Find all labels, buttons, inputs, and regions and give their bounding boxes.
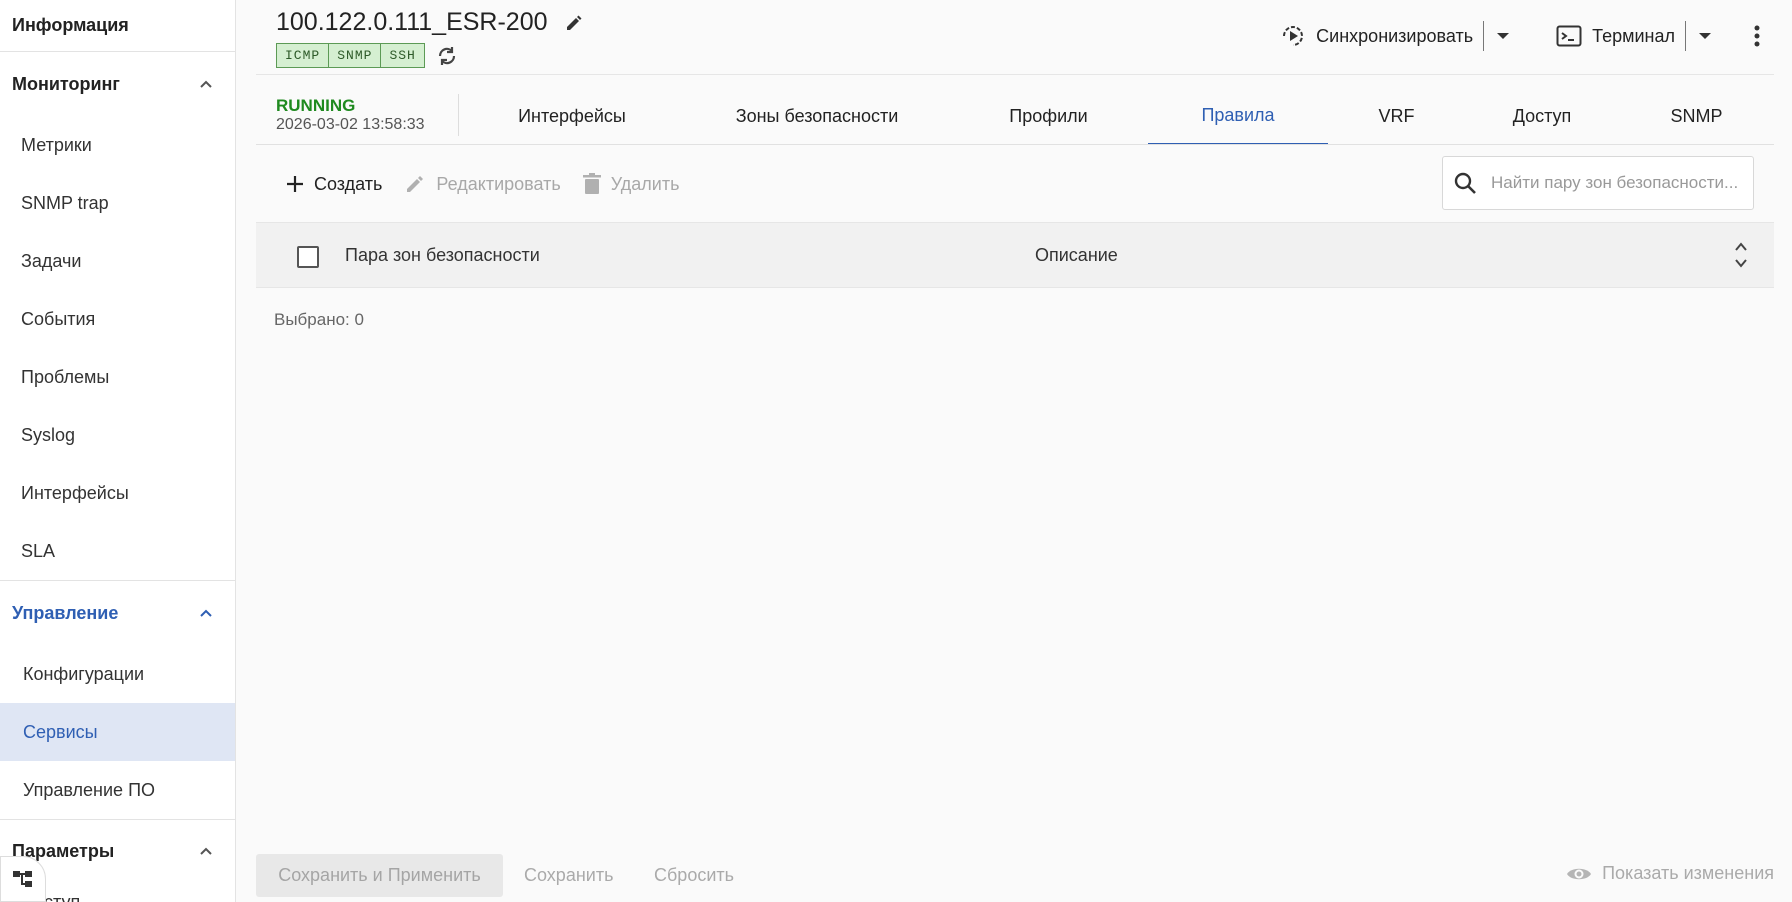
show-changes-label: Показать изменения (1602, 863, 1774, 883)
select-all-checkbox[interactable] (297, 246, 319, 268)
device-status: RUNNING 2026-03-02 13:58:33 (276, 96, 425, 134)
edit-pencil-icon[interactable] (564, 13, 584, 33)
edit-label: Редактировать (436, 173, 561, 194)
chevron-up-icon (200, 609, 212, 617)
status-timestamp: 2026-03-02 13:58:33 (276, 116, 425, 133)
sidebar-group-monitoring[interactable]: Мониторинг (0, 52, 235, 116)
sidebar-item-events[interactable]: События (0, 290, 235, 348)
badge-icmp: ICMP (276, 43, 330, 68)
sidebar-group-label: Управление (12, 602, 119, 623)
footer: Сохранить и Применить Сохранить Сбросить… (256, 854, 1774, 897)
tab-rules[interactable]: Правила (1148, 88, 1328, 145)
sync-label: Синхронизировать (1316, 25, 1474, 46)
tab-interfaces[interactable]: Интерфейсы (459, 88, 685, 145)
delete-label: Удалить (610, 173, 680, 194)
pencil-icon (407, 176, 424, 192)
chevron-up-icon (200, 847, 212, 855)
save-button[interactable]: Сохранить (524, 865, 613, 886)
sidebar-item-interfaces[interactable]: Интерфейсы (0, 464, 235, 522)
caret-down-icon (1497, 33, 1510, 39)
selected-count: Выбрано: 0 (274, 310, 364, 329)
search-icon (1454, 172, 1476, 194)
caret-down-icon (1699, 33, 1711, 39)
sidebar-group-management[interactable]: Управление (0, 581, 235, 645)
edit-button[interactable]: Редактировать (404, 173, 561, 195)
sort-icon[interactable] (1734, 240, 1748, 270)
main-content: 100.122.0.111_ESR-200 ICMP SNMP SSH Синх… (256, 0, 1774, 902)
search-input[interactable] (1491, 173, 1751, 193)
column-header-zone-pair[interactable]: Пара зон безопасности (345, 245, 540, 266)
chevron-up-icon (200, 80, 212, 88)
tab-access[interactable]: Доступ (1465, 88, 1619, 145)
delete-button[interactable]: Удалить (582, 173, 680, 195)
show-changes-button[interactable]: Показать изменения (1566, 863, 1774, 884)
sidebar: Информация Мониторинг Метрики SNMP trap … (0, 0, 236, 902)
more-vertical-icon (1754, 25, 1760, 47)
table-header: Пара зон безопасности Описание (256, 222, 1774, 288)
sidebar-item-info[interactable]: Информация (0, 0, 235, 52)
divider (256, 144, 1774, 145)
refresh-icon[interactable] (435, 44, 459, 68)
header-actions: Синхронизировать Терминал (1270, 16, 1774, 56)
sidebar-item-problems[interactable]: Проблемы (0, 348, 235, 406)
device-title: 100.122.0.111_ESR-200 (276, 8, 584, 37)
tab-vrf[interactable]: VRF (1328, 88, 1465, 145)
reset-button[interactable]: Сбросить (654, 865, 734, 886)
sidebar-item-software[interactable]: Управление ПО (0, 761, 235, 819)
tab-profiles[interactable]: Профили (949, 88, 1148, 145)
sidebar-item-services[interactable]: Сервисы (0, 703, 235, 761)
search-box (1442, 156, 1754, 210)
save-apply-button[interactable]: Сохранить и Применить (256, 854, 503, 897)
create-button[interactable]: Создать (286, 174, 382, 195)
badge-ssh: SSH (381, 43, 425, 68)
sidebar-item-snmp-trap[interactable]: SNMP trap (0, 174, 235, 232)
sync-play-icon (1283, 26, 1304, 46)
tab-snmp[interactable]: SNMP (1619, 88, 1774, 145)
divider (256, 74, 1774, 75)
sidebar-group-label: Мониторинг (12, 73, 120, 94)
trash-icon (582, 173, 601, 194)
sync-button[interactable]: Синхронизировать (1270, 23, 1483, 49)
tab-bar: Интерфейсы Зоны безопасности Профили Пра… (459, 88, 1774, 145)
tree-view-button[interactable] (0, 856, 46, 902)
column-header-description[interactable]: Описание (1035, 245, 1118, 266)
tab-security-zones[interactable]: Зоны безопасности (685, 88, 949, 145)
tree-icon (13, 871, 32, 887)
sidebar-item-tasks[interactable]: Задачи (0, 232, 235, 290)
status-state: RUNNING (276, 96, 356, 115)
create-label: Создать (314, 173, 383, 194)
more-menu-button[interactable] (1724, 25, 1774, 47)
terminal-label: Терминал (1592, 25, 1675, 46)
terminal-dropdown-button[interactable] (1686, 32, 1724, 40)
sidebar-item-metrics[interactable]: Метрики (0, 116, 235, 174)
sidebar-item-syslog[interactable]: Syslog (0, 406, 235, 464)
protocol-badges: ICMP SNMP SSH (276, 43, 459, 68)
sidebar-item-sla[interactable]: SLA (0, 522, 235, 580)
toolbar: Создать Редактировать Удалить (286, 166, 679, 202)
terminal-button[interactable]: Терминал (1546, 25, 1685, 47)
sidebar-item-configurations[interactable]: Конфигурации (0, 645, 235, 703)
eye-icon (1567, 868, 1592, 879)
device-name: 100.122.0.111_ESR-200 (276, 8, 548, 36)
plus-icon (287, 176, 303, 192)
sync-dropdown-button[interactable] (1484, 32, 1522, 40)
terminal-icon (1556, 25, 1582, 47)
badge-snmp: SNMP (329, 43, 382, 68)
